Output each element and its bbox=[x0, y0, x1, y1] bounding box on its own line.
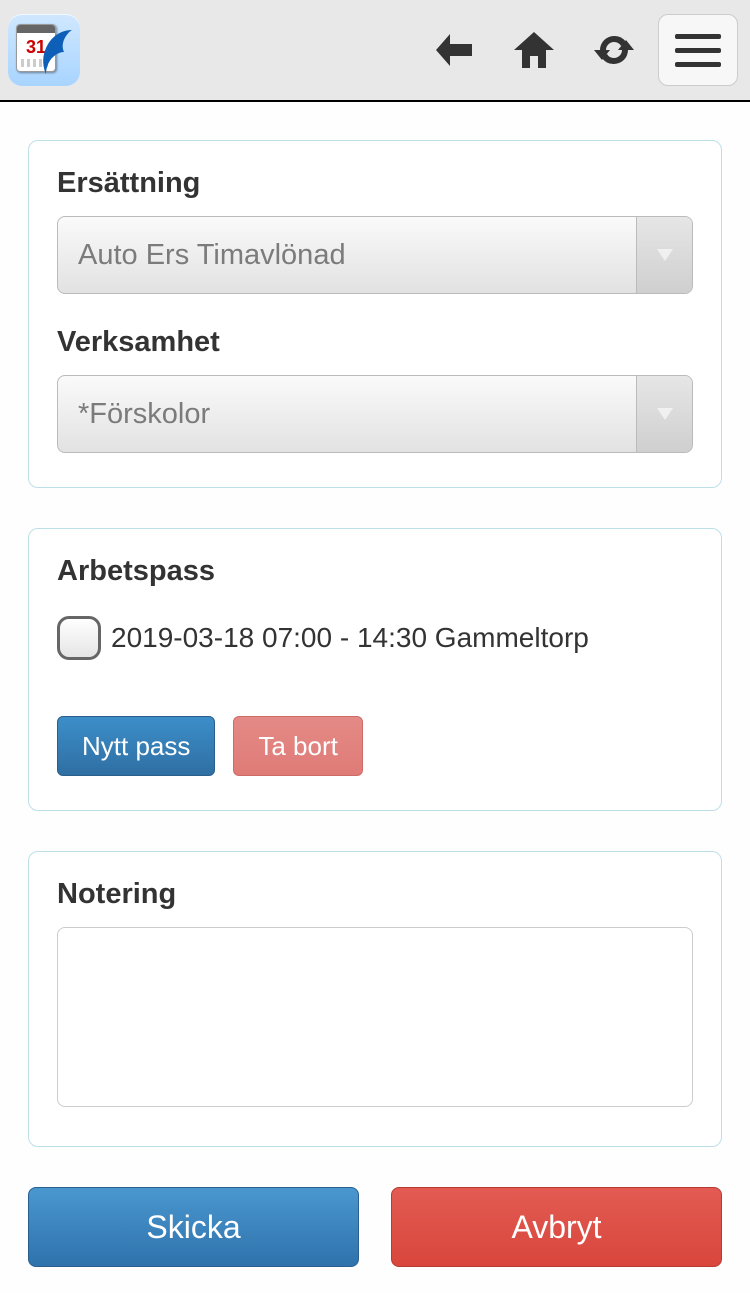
home-icon bbox=[512, 28, 556, 72]
ersattning-label: Ersättning bbox=[57, 167, 693, 200]
shift-item: 2019-03-18 07:00 - 14:30 Gammeltorp bbox=[57, 616, 693, 660]
notering-input[interactable] bbox=[57, 927, 693, 1107]
footer-actions: Skicka Avbryt bbox=[0, 1187, 750, 1267]
app-logo[interactable]: 31 bbox=[8, 14, 80, 86]
dolphin-icon bbox=[38, 28, 74, 76]
refresh-button[interactable] bbox=[574, 14, 654, 86]
new-shift-button[interactable]: Nytt pass bbox=[57, 716, 215, 776]
hamburger-icon bbox=[675, 34, 721, 39]
menu-button[interactable] bbox=[658, 14, 738, 86]
verksamhet-label: Verksamhet bbox=[57, 326, 693, 359]
chevron-down-icon bbox=[636, 376, 692, 452]
home-button[interactable] bbox=[494, 14, 574, 86]
arrow-left-icon bbox=[432, 28, 476, 72]
note-card: Notering bbox=[28, 851, 722, 1147]
notering-label: Notering bbox=[57, 878, 693, 911]
app-header: 31 bbox=[0, 0, 750, 102]
verksamhet-select[interactable]: *Förskolor bbox=[57, 375, 693, 453]
refresh-icon bbox=[594, 30, 634, 70]
shift-text: 2019-03-18 07:00 - 14:30 Gammeltorp bbox=[111, 622, 589, 654]
shifts-card: Arbetspass 2019-03-18 07:00 - 14:30 Gamm… bbox=[28, 528, 722, 811]
arbetspass-label: Arbetspass bbox=[57, 555, 693, 588]
submit-button[interactable]: Skicka bbox=[28, 1187, 359, 1267]
cancel-button[interactable]: Avbryt bbox=[391, 1187, 722, 1267]
page-body: Ersättning Auto Ers Timavlönad Verksamhe… bbox=[0, 102, 750, 1147]
ersattning-select[interactable]: Auto Ers Timavlönad bbox=[57, 216, 693, 294]
back-button[interactable] bbox=[414, 14, 494, 86]
compensation-card: Ersättning Auto Ers Timavlönad Verksamhe… bbox=[28, 140, 722, 488]
shift-checkbox[interactable] bbox=[57, 616, 101, 660]
delete-shift-button[interactable]: Ta bort bbox=[233, 716, 363, 776]
chevron-down-icon bbox=[636, 217, 692, 293]
ersattning-value: Auto Ers Timavlönad bbox=[78, 239, 346, 272]
verksamhet-value: *Förskolor bbox=[78, 398, 210, 431]
